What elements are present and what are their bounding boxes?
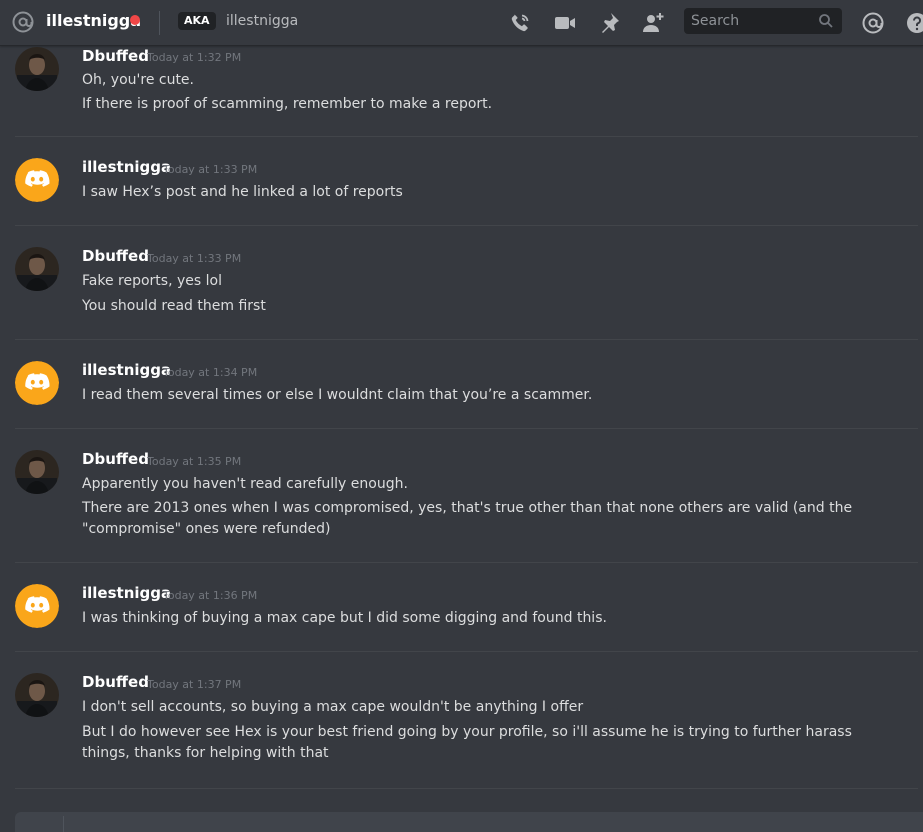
message-author[interactable]: illestnigga (82, 361, 171, 379)
message-text: Oh, you're cute. (82, 72, 194, 88)
message-text: But I do however see Hex is your best fr… (82, 724, 852, 761)
video-camera-icon[interactable] (553, 11, 577, 35)
header-divider (159, 11, 160, 35)
add-friend-icon[interactable] (641, 11, 665, 35)
avatar[interactable] (15, 584, 59, 628)
message-timestamp: Today at 1:35 PM (147, 455, 242, 468)
aka-badge: AKA (178, 12, 216, 30)
help-icon[interactable] (905, 11, 923, 35)
avatar[interactable] (15, 47, 59, 91)
pin-icon[interactable] (597, 11, 621, 35)
message-divider (15, 136, 918, 137)
mentions-icon[interactable] (861, 11, 885, 35)
search-icon (818, 13, 834, 29)
message-author[interactable]: illestnigga (82, 158, 171, 176)
message-text: Fake reports, yes lol (82, 273, 222, 289)
message-composer[interactable] (15, 812, 923, 832)
composer-divider (63, 816, 64, 832)
message-text: I saw Hex’s post and he linked a lot of … (82, 184, 403, 200)
message-author[interactable]: Dbuffed (82, 673, 149, 691)
avatar[interactable] (15, 158, 59, 202)
phone-call-icon[interactable] (508, 11, 532, 35)
message-text: You should read them first (82, 298, 266, 314)
search-input[interactable] (684, 8, 814, 34)
message-author[interactable]: Dbuffed (82, 47, 149, 65)
message-divider (15, 339, 918, 340)
message-text: I read them several times or else I woul… (82, 387, 593, 403)
message-text: I was thinking of buying a max cape but … (82, 610, 607, 626)
message-text: There are 2013 ones when I was compromis… (82, 500, 853, 537)
message-list: Dbuffed Today at 1:32 PM Oh, you're cute… (0, 47, 923, 812)
at-sign-icon (11, 10, 35, 34)
status-indicator (130, 15, 140, 25)
avatar[interactable] (15, 673, 59, 717)
avatar[interactable] (15, 450, 59, 494)
avatar[interactable] (15, 361, 59, 405)
avatar[interactable] (15, 247, 59, 291)
message-text: If there is proof of scamming, remember … (82, 96, 493, 112)
message-divider (15, 788, 918, 789)
search-box[interactable] (684, 8, 842, 34)
message-author[interactable]: Dbuffed (82, 247, 149, 265)
message-divider (15, 651, 918, 652)
message-timestamp: Today at 1:32 PM (147, 51, 242, 64)
message-divider (15, 562, 918, 563)
message-divider (15, 428, 918, 429)
message-divider (15, 225, 918, 226)
message-timestamp: Today at 1:34 PM (163, 366, 258, 379)
channel-header: illestnigga AKA illestnigga (0, 0, 923, 46)
message-timestamp: Today at 1:37 PM (147, 678, 242, 691)
message-author[interactable]: Dbuffed (82, 450, 149, 468)
message-timestamp: Today at 1:33 PM (147, 252, 242, 265)
message-author[interactable]: illestnigga (82, 584, 171, 602)
message-timestamp: Today at 1:33 PM (163, 163, 258, 176)
message-timestamp: Today at 1:36 PM (163, 589, 258, 602)
message-text: Apparently you haven't read carefully en… (82, 476, 408, 492)
dm-recipient-name: illestnigga (46, 11, 142, 30)
message-text: I don't sell accounts, so buying a max c… (82, 699, 584, 715)
aka-name: illestnigga (226, 13, 299, 29)
